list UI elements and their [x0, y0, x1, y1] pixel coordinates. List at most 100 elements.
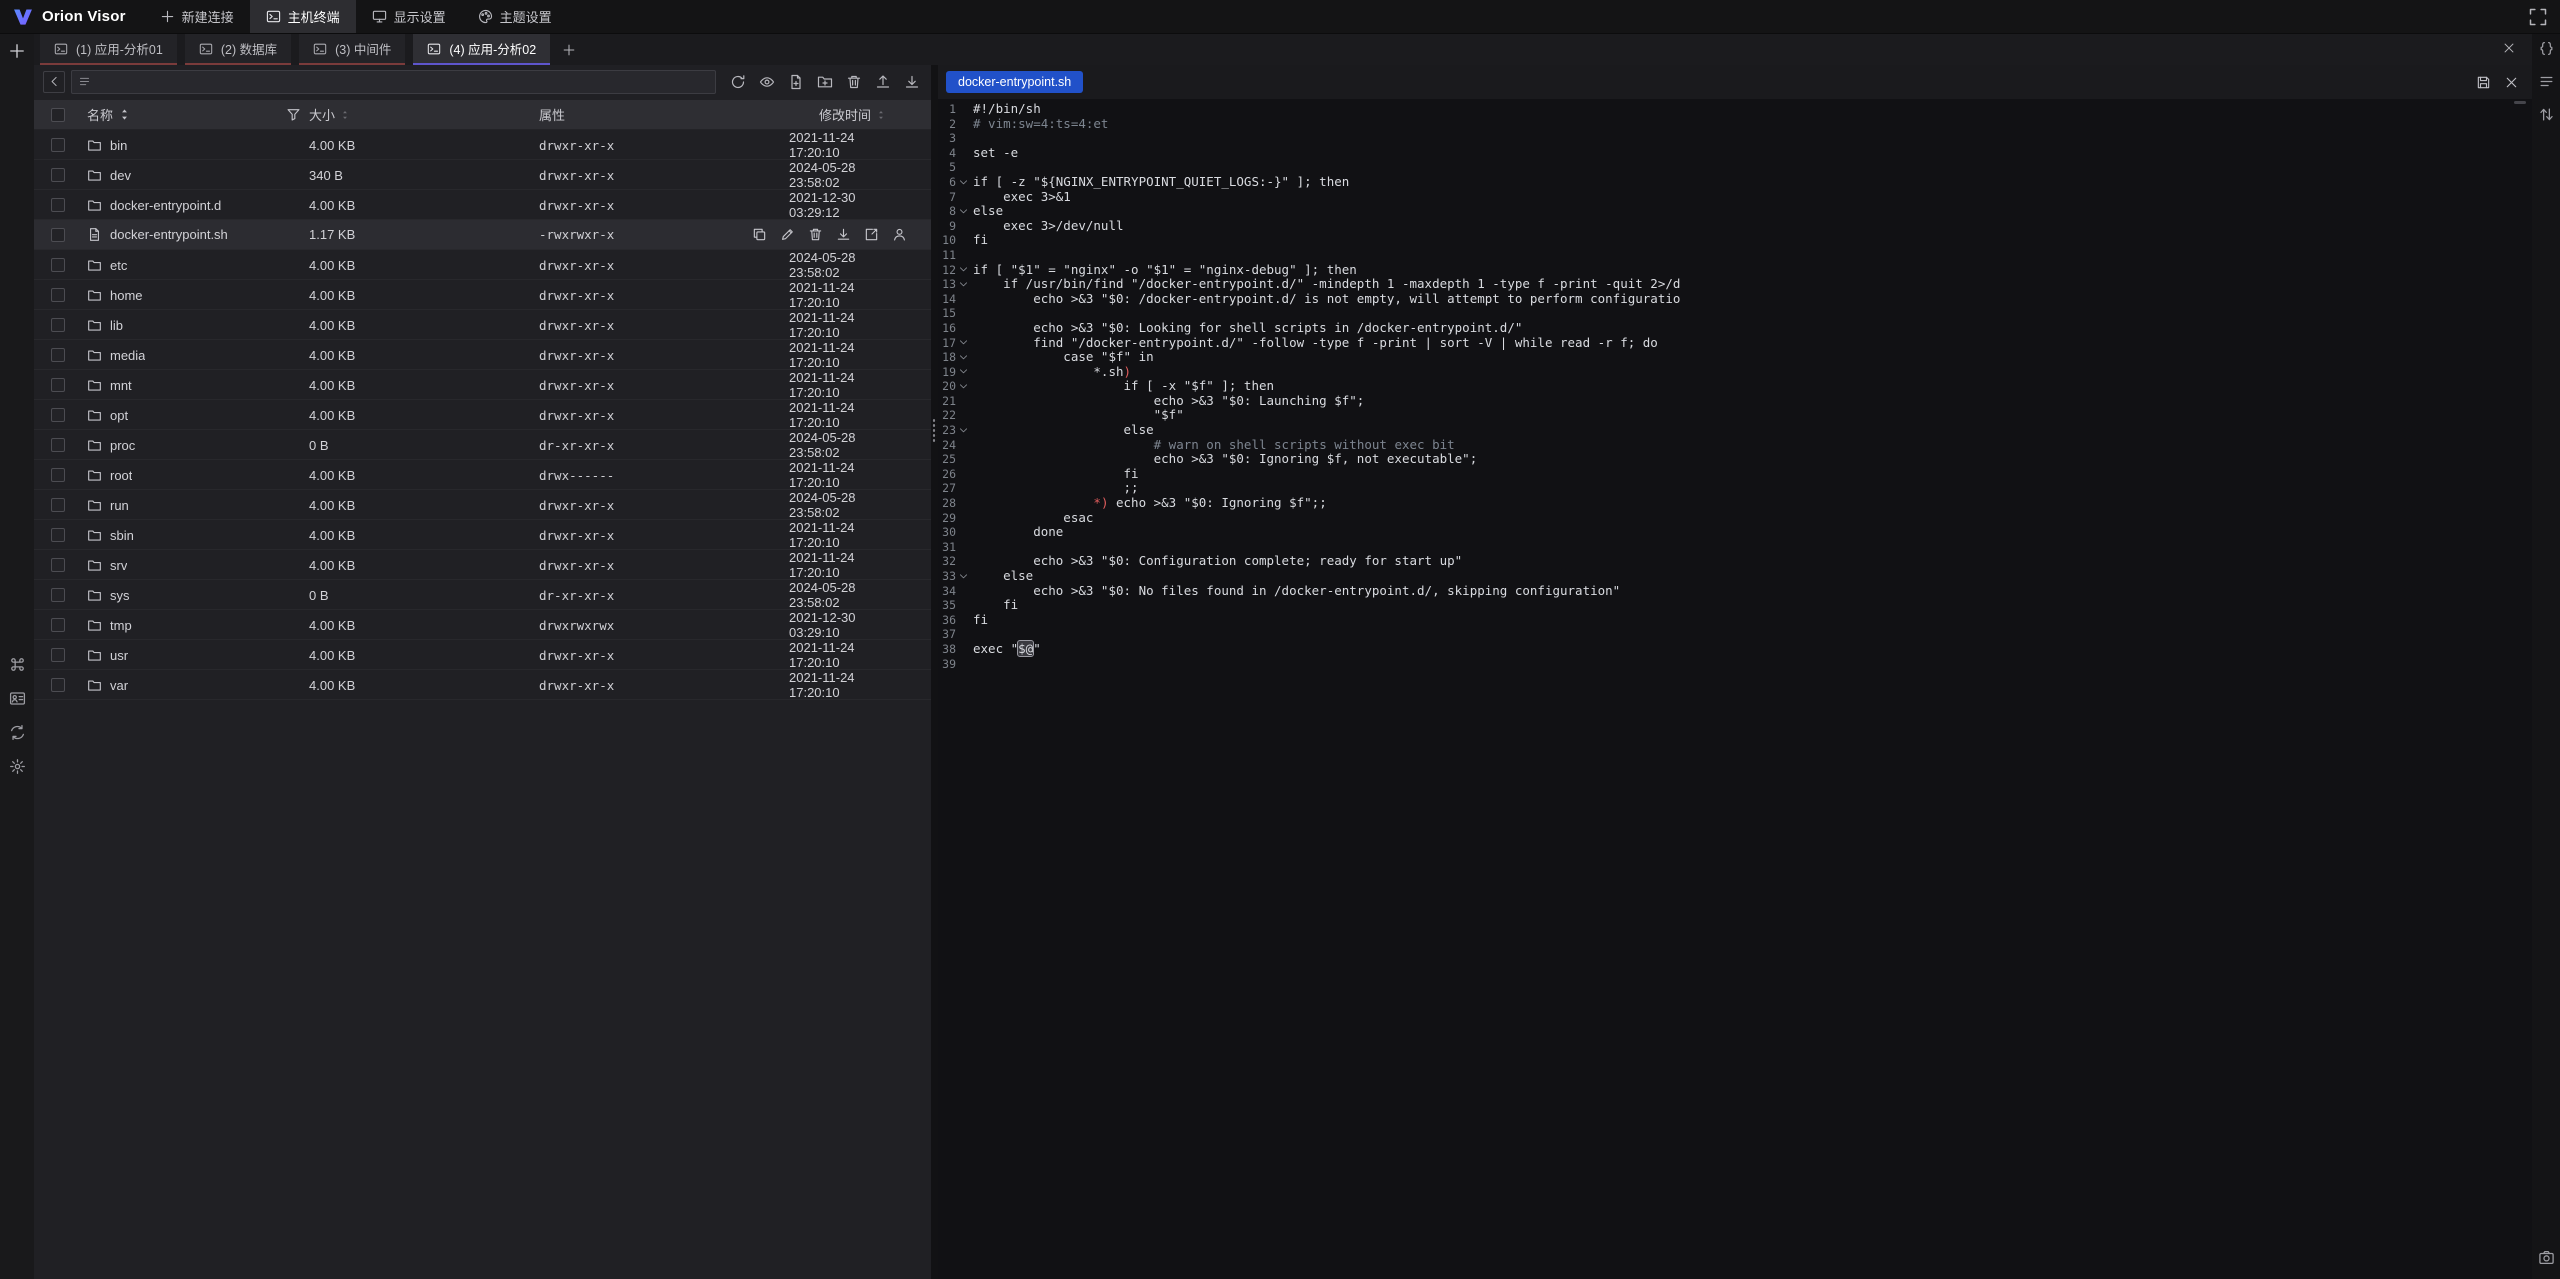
menu-item-theme-settings[interactable]: 主题设置 — [462, 0, 568, 33]
back-button[interactable] — [43, 71, 65, 93]
fold-icon[interactable] — [956, 423, 971, 438]
row-checkbox[interactable] — [51, 318, 65, 332]
upload-button[interactable] — [873, 72, 893, 92]
fold-icon[interactable] — [956, 569, 971, 584]
path-menu-icon[interactable] — [78, 75, 91, 88]
row-checkbox[interactable] — [51, 198, 65, 212]
column-header-name[interactable]: 名称 — [82, 105, 309, 124]
copy-button[interactable] — [752, 227, 767, 243]
row-checkbox[interactable] — [51, 348, 65, 362]
file-row[interactable]: opt4.00 KBdrwxr-xr-x2021-11-24 17:20:10 — [34, 400, 931, 430]
snippets-button[interactable] — [2536, 38, 2556, 58]
editor-scrollbar-thumb[interactable] — [2514, 101, 2526, 104]
terminal-tab-3[interactable]: (3) 中间件 — [299, 34, 405, 65]
file-row[interactable]: bin4.00 KBdrwxr-xr-x2021-11-24 17:20:10 — [34, 130, 931, 160]
panel-divider[interactable] — [931, 65, 938, 1279]
close-tab-button[interactable] — [2500, 41, 2518, 59]
file-row[interactable]: dev340 Bdrwxr-xr-x2024-05-28 23:58:02 — [34, 160, 931, 190]
column-header-mtime[interactable]: 修改时间 — [789, 105, 931, 124]
editor-file-tab[interactable]: docker-entrypoint.sh — [946, 71, 1083, 93]
fold-icon[interactable] — [956, 379, 971, 394]
row-checkbox[interactable] — [51, 678, 65, 692]
transfer-button[interactable] — [2536, 104, 2556, 124]
file-row[interactable]: var4.00 KBdrwxr-xr-x2021-11-24 17:20:10 — [34, 670, 931, 700]
file-row[interactable]: lib4.00 KBdrwxr-xr-x2021-11-24 17:20:10 — [34, 310, 931, 340]
row-checkbox[interactable] — [51, 648, 65, 662]
row-checkbox[interactable] — [51, 528, 65, 542]
file-list-button[interactable] — [2536, 71, 2556, 91]
save-button[interactable] — [2474, 73, 2492, 91]
column-header-size[interactable]: 大小 — [309, 105, 539, 124]
code-text: find "/docker-entrypoint.d/" -follow -ty… — [973, 336, 1658, 351]
settings-button[interactable] — [7, 756, 27, 776]
menu-item-display-settings[interactable]: 显示设置 — [356, 0, 462, 33]
new-file-button[interactable] — [786, 72, 806, 92]
divider-grip-icon[interactable] — [932, 417, 937, 443]
row-checkbox[interactable] — [51, 558, 65, 572]
contacts-button[interactable] — [7, 688, 27, 708]
fold-icon[interactable] — [956, 204, 971, 219]
download-button[interactable] — [836, 227, 851, 243]
row-checkbox[interactable] — [51, 168, 65, 182]
terminal-tab-2[interactable]: (2) 数据库 — [185, 34, 291, 65]
terminal-tab-4[interactable]: (4) 应用-分析02 — [413, 34, 550, 65]
sort-icon[interactable] — [339, 109, 351, 121]
file-row[interactable]: tmp4.00 KBdrwxrwxrwx2021-12-30 03:29:10 — [34, 610, 931, 640]
file-row[interactable]: proc0 Bdr-xr-xr-x2024-05-28 23:58:02 — [34, 430, 931, 460]
row-checkbox[interactable] — [51, 378, 65, 392]
move-button[interactable] — [864, 227, 879, 243]
permission-button[interactable] — [892, 227, 907, 243]
row-checkbox[interactable] — [51, 468, 65, 482]
row-checkbox[interactable] — [51, 288, 65, 302]
path-input[interactable] — [97, 75, 709, 89]
sync-button[interactable] — [7, 722, 27, 742]
edit-button[interactable] — [780, 227, 795, 243]
code-area: 1#!/bin/sh2# vim:sw=4:ts=4:et34set -e56i… — [938, 99, 2532, 1279]
file-row[interactable]: run4.00 KBdrwxr-xr-x2024-05-28 23:58:02 — [34, 490, 931, 520]
file-row[interactable]: root4.00 KBdrwx------2021-11-24 17:20:10 — [34, 460, 931, 490]
sort-icon[interactable] — [117, 107, 132, 122]
refresh-button[interactable] — [728, 72, 748, 92]
file-row[interactable]: docker-entrypoint.sh1.17 KB-rwxrwxr-x — [34, 220, 931, 250]
new-panel-button[interactable] — [7, 41, 27, 61]
row-checkbox[interactable] — [51, 228, 65, 242]
row-checkbox[interactable] — [51, 438, 65, 452]
select-all-checkbox[interactable] — [51, 108, 65, 122]
row-checkbox[interactable] — [51, 618, 65, 632]
row-checkbox[interactable] — [51, 498, 65, 512]
row-checkbox[interactable] — [51, 408, 65, 422]
file-row[interactable]: docker-entrypoint.d4.00 KBdrwxr-xr-x2021… — [34, 190, 931, 220]
file-row[interactable]: usr4.00 KBdrwxr-xr-x2021-11-24 17:20:10 — [34, 640, 931, 670]
delete-button[interactable] — [844, 72, 864, 92]
menu-item-new-connection[interactable]: 新建连接 — [144, 0, 250, 33]
terminal-tab-1[interactable]: (1) 应用-分析01 — [40, 34, 177, 65]
fold-icon[interactable] — [956, 336, 971, 351]
file-row[interactable]: home4.00 KBdrwxr-xr-x2021-11-24 17:20:10 — [34, 280, 931, 310]
menu-item-host-terminal[interactable]: 主机终端 — [250, 0, 356, 33]
row-checkbox[interactable] — [51, 258, 65, 272]
shortcuts-button[interactable] — [7, 654, 27, 674]
close-editor-button[interactable] — [2502, 73, 2520, 91]
file-row[interactable]: etc4.00 KBdrwxr-xr-x2024-05-28 23:58:02 — [34, 250, 931, 280]
fold-icon[interactable] — [956, 263, 971, 278]
preview-button[interactable] — [757, 72, 777, 92]
screenshot-button[interactable] — [2536, 1247, 2556, 1267]
row-checkbox[interactable] — [51, 588, 65, 602]
fold-icon[interactable] — [956, 277, 971, 292]
file-row[interactable]: sbin4.00 KBdrwxr-xr-x2021-11-24 17:20:10 — [34, 520, 931, 550]
download-button[interactable] — [902, 72, 922, 92]
file-row[interactable]: sys0 Bdr-xr-xr-x2024-05-28 23:58:02 — [34, 580, 931, 610]
sort-icon[interactable] — [875, 109, 887, 121]
delete-button[interactable] — [808, 227, 823, 243]
fold-icon[interactable] — [956, 365, 971, 380]
file-row[interactable]: media4.00 KBdrwxr-xr-x2021-11-24 17:20:1… — [34, 340, 931, 370]
fold-icon[interactable] — [956, 350, 971, 365]
file-row[interactable]: mnt4.00 KBdrwxr-xr-x2021-11-24 17:20:10 — [34, 370, 931, 400]
file-row[interactable]: srv4.00 KBdrwxr-xr-x2021-11-24 17:20:10 — [34, 550, 931, 580]
filter-icon[interactable] — [286, 107, 301, 122]
fullscreen-button[interactable] — [2528, 7, 2548, 27]
fold-icon[interactable] — [956, 175, 971, 190]
add-tab-button[interactable] — [554, 34, 584, 65]
new-folder-button[interactable] — [815, 72, 835, 92]
row-checkbox[interactable] — [51, 138, 65, 152]
